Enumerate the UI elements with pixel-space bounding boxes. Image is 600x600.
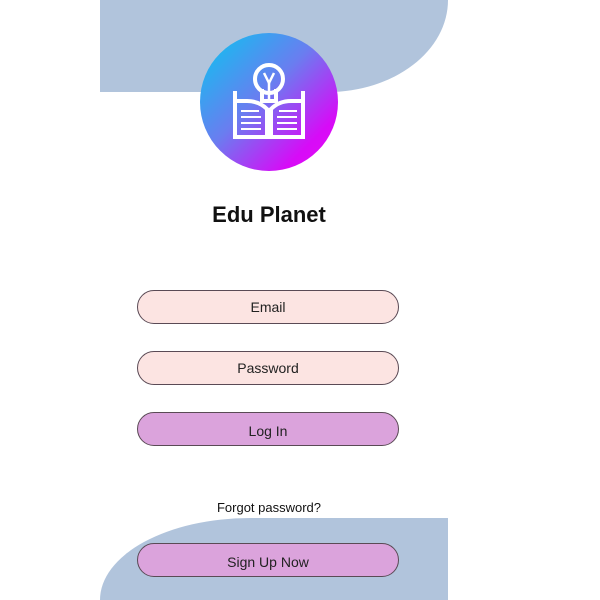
login-screen: Edu Planet Log In Forgot password? Sign … bbox=[100, 0, 448, 600]
password-field[interactable] bbox=[137, 351, 399, 385]
signup-button[interactable]: Sign Up Now bbox=[137, 543, 399, 577]
app-logo bbox=[200, 33, 338, 171]
login-button[interactable]: Log In bbox=[137, 412, 399, 446]
forgot-password-link[interactable]: Forgot password? bbox=[100, 500, 438, 515]
email-field[interactable] bbox=[137, 290, 399, 324]
app-title: Edu Planet bbox=[212, 202, 326, 227]
book-lightbulb-icon bbox=[233, 63, 305, 139]
